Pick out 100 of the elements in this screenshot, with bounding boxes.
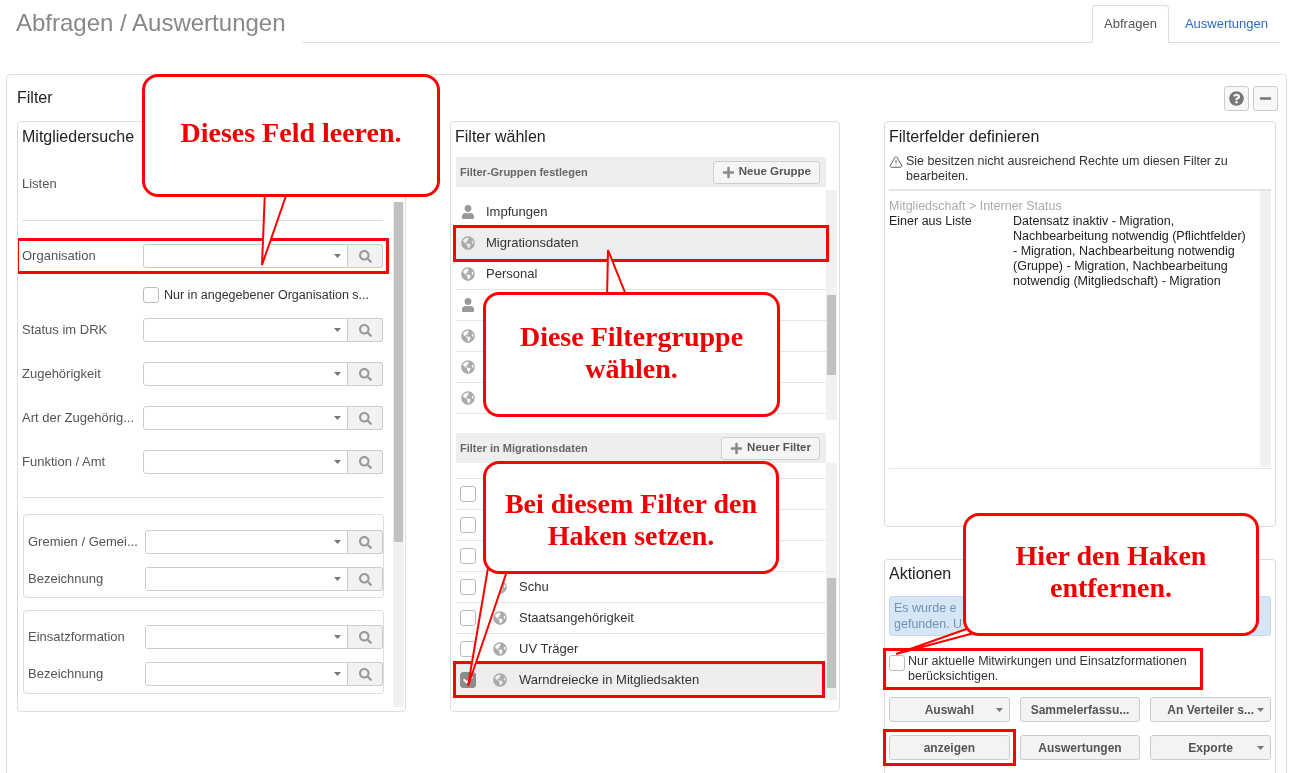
checkbox[interactable] — [460, 486, 476, 502]
field-label: Status im DRK — [22, 321, 109, 340]
search-button[interactable] — [348, 530, 383, 554]
person-icon — [461, 205, 475, 219]
search-icon — [358, 249, 372, 263]
search-button[interactable] — [348, 662, 383, 686]
search-button[interactable] — [348, 406, 383, 430]
field-label: Funktion / Amt — [22, 453, 107, 472]
caret-icon — [334, 577, 341, 581]
search-button[interactable] — [348, 450, 383, 474]
field-label: Art der Zugehörig... — [22, 409, 135, 428]
search-icon — [358, 630, 372, 644]
tab[interactable]: Abfragen — [1092, 5, 1169, 43]
page-title: Abfragen / Auswertungen — [16, 8, 286, 38]
dropdown-field[interactable] — [143, 450, 348, 474]
search-icon — [358, 572, 372, 586]
action-button[interactable]: An Verteiler s... — [1150, 697, 1271, 722]
checkbox-label: Nur in angegebener Organisation s... — [164, 286, 369, 304]
globe-icon — [493, 673, 507, 687]
search-button[interactable] — [348, 362, 383, 386]
action-button[interactable]: Auswertungen — [1019, 735, 1141, 760]
card-title: Filter wählen — [454, 127, 547, 147]
filter-label: Staatsangehörigkeit — [519, 609, 634, 628]
callout-bubble: Bei diesem Filter den Haken setzen. — [483, 461, 779, 574]
scrollbar[interactable] — [826, 190, 837, 420]
search-icon — [358, 323, 372, 337]
globe-icon — [493, 642, 507, 656]
caret-icon — [995, 708, 1003, 712]
caret-icon — [1257, 708, 1264, 712]
warning-text: Sie besitzen nicht ausreichend Rechte um diesen Filter zu bearbeiten. — [906, 154, 1229, 184]
checkbox[interactable] — [889, 655, 905, 671]
card-title: Filterfelder definieren — [889, 127, 1041, 147]
caret-icon — [334, 372, 341, 376]
search-button[interactable] — [348, 625, 383, 649]
scrollbar[interactable] — [826, 463, 837, 700]
search-icon — [358, 667, 372, 681]
caret-icon — [334, 460, 341, 464]
search-icon — [358, 455, 372, 469]
section-header-text: Filter-Gruppen festlegen — [460, 164, 588, 180]
help-icon — [1229, 91, 1244, 106]
checkbox[interactable] — [460, 548, 476, 564]
value-text: Datensatz inaktiv - Migration, Nachbearbeitung notwendig (Pflichtfelder) - Migration, Nachbearbeitung notwendig (Gruppe) - Migration, Nachbearbeitung notwendig (Mitgliedschaft) - Migration — [1013, 214, 1247, 289]
scrollbar[interactable] — [393, 202, 404, 707]
card-title: Aktionen — [889, 564, 952, 584]
action-button[interactable]: anzeigen — [889, 735, 1010, 760]
filter-label: UV Träger — [519, 640, 579, 659]
action-button[interactable]: Sammelerfassu... — [1019, 697, 1141, 722]
action-button[interactable]: Exporte — [1150, 735, 1271, 760]
collapse-button[interactable] — [1253, 86, 1278, 111]
search-icon — [358, 535, 372, 549]
field-label: Zugehörigkeit — [22, 365, 102, 384]
action-button[interactable]: Auswahl — [889, 697, 1010, 722]
globe-icon — [493, 611, 507, 625]
callout-bubble: Diese Filtergruppe wählen. — [483, 292, 780, 417]
plus-icon — [730, 441, 744, 455]
checkbox[interactable] — [460, 517, 476, 533]
tab[interactable]: Auswertungen — [1172, 5, 1280, 43]
dropdown-field[interactable] — [143, 362, 348, 386]
field-label: Organisation — [22, 247, 97, 266]
dropdown-field[interactable] — [145, 625, 348, 649]
search-icon — [358, 411, 372, 425]
scrollbar[interactable] — [1260, 191, 1271, 467]
checkbox-label: Nur aktuelle Mitwirkungen und Einsatzformationen berücksichtigen. — [908, 654, 1188, 684]
section-header-text: Filter in Migrationsdaten — [460, 440, 588, 456]
field-label: Bezeichnung — [28, 665, 105, 684]
warning-icon — [889, 155, 903, 169]
filter-group-item[interactable]: Migrationsdaten — [456, 228, 826, 259]
caret-icon — [334, 540, 341, 544]
globe-icon — [461, 236, 475, 250]
add-button[interactable]: Neuer Filter — [721, 436, 820, 460]
field-label: Bezeichnung — [28, 570, 105, 589]
checkbox[interactable] — [143, 287, 159, 303]
add-button[interactable]: Neue Gruppe — [712, 160, 820, 184]
help-button[interactable] — [1224, 86, 1249, 111]
panel-title: Filter — [17, 88, 53, 108]
dropdown-field[interactable] — [145, 530, 348, 554]
info-text: Es wurde e — [894, 600, 957, 616]
dropdown-field[interactable] — [145, 567, 348, 591]
operator-text: Einer aus Liste — [889, 214, 973, 230]
callout-bubble: Hier den Haken entfernen. — [963, 513, 1259, 636]
checkbox[interactable] — [460, 579, 476, 595]
caret-icon — [334, 328, 341, 332]
dropdown-field[interactable] — [143, 406, 348, 430]
field-label: Einsatzformation — [28, 628, 126, 647]
plus-icon — [721, 165, 735, 179]
search-button[interactable] — [348, 318, 383, 342]
callout-bubble: Dieses Feld leeren. — [142, 74, 440, 197]
caret-icon — [334, 254, 341, 258]
search-icon — [358, 367, 372, 381]
dropdown-field[interactable] — [143, 318, 348, 342]
filter-label: Warndreiecke in Mitgliedsakten — [519, 671, 700, 690]
field-label: Listen — [22, 175, 58, 194]
field-label: Gremien / Gemei... — [28, 533, 139, 552]
checkbox[interactable] — [460, 610, 476, 626]
search-button[interactable] — [348, 244, 383, 268]
dropdown-field[interactable] — [145, 662, 348, 686]
card-title: Mitgliedersuche — [22, 127, 135, 147]
globe-icon — [461, 267, 475, 281]
search-button[interactable] — [348, 567, 383, 591]
caret-icon — [1257, 746, 1264, 750]
